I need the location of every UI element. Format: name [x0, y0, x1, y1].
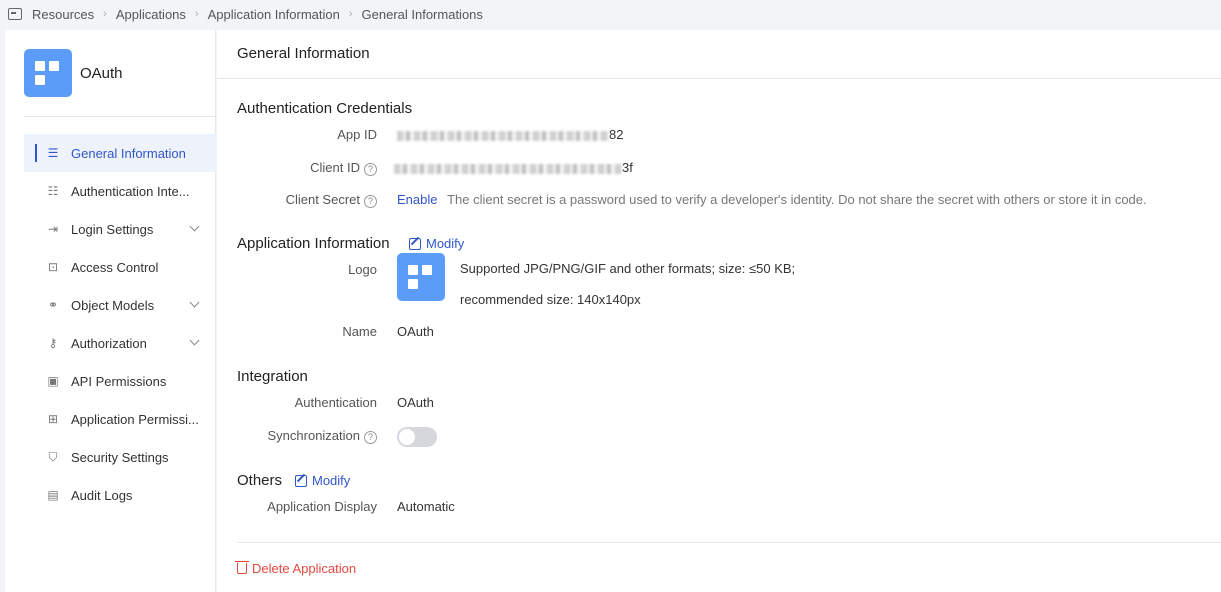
client-secret-label-text: Client Secret — [285, 192, 360, 207]
chevron-right-icon: › — [103, 8, 107, 20]
breadcrumb-resources[interactable]: Resources — [32, 7, 94, 22]
edit-icon — [409, 237, 421, 250]
help-icon[interactable]: ? — [364, 195, 377, 208]
chevron-down-icon[interactable] — [189, 221, 200, 232]
breadcrumb-general-informations: General Informations — [361, 6, 483, 22]
doc-icon: ▤ — [47, 488, 59, 502]
logo-hint-2: recommended size: 140x140px — [460, 292, 641, 307]
authentication-value: OAuth — [397, 395, 434, 410]
help-icon[interactable]: ? — [364, 431, 377, 444]
client-secret-label: Client Secret? — [237, 192, 377, 208]
sidebar-item-label: Access Control — [71, 259, 159, 275]
sidebar-item-application-permissions[interactable]: ⊞ Application Permissi... — [24, 400, 216, 438]
sliders-icon: ☷ — [47, 184, 59, 198]
sidebar: OAuth ☰ General Information ☷ Authentica… — [5, 30, 216, 592]
section-title-app-info: Application Information — [237, 235, 390, 252]
modify-label: Modify — [312, 473, 351, 488]
synchronization-label: Synchronization? — [237, 428, 377, 444]
section-title-others: Others — [237, 472, 283, 489]
section-title-credentials: Authentication Credentials — [237, 100, 413, 117]
divider — [237, 542, 1221, 543]
help-icon[interactable]: ? — [364, 163, 377, 176]
chevron-down-icon[interactable] — [189, 335, 200, 346]
client-secret-value: Enable The client secret is a password u… — [397, 192, 1147, 207]
section-title-integration: Integration — [237, 368, 308, 385]
chevron-right-icon: › — [348, 8, 353, 20]
authentication-label: Authentication — [294, 395, 377, 410]
client-id-label-text: Client ID — [310, 160, 360, 175]
app-logo-icon — [24, 49, 72, 97]
application-display-value: Automatic — [397, 499, 455, 514]
application-display-label: Application Display — [267, 499, 377, 514]
sidebar-item-object-models[interactable]: ⚭ Object Models — [24, 286, 216, 324]
main-panel: General Information Authentication Crede… — [217, 30, 1221, 592]
breadcrumb: Resources › Applications › Application I… — [0, 0, 1221, 28]
sidebar-item-security-settings[interactable]: ⛉ Security Settings — [24, 438, 216, 476]
synchronization-label-text: Synchronization — [267, 428, 361, 443]
sidebar-item-label: Login Settings — [71, 221, 154, 237]
name-label: Name — [342, 324, 377, 339]
modify-app-info-button[interactable]: Modify — [409, 236, 464, 251]
logo-label: Logo — [348, 262, 377, 277]
sidebar-item-access-control[interactable]: ⊡ Access Control — [24, 248, 216, 286]
sidebar-item-label: Application Permissi... — [71, 411, 199, 427]
breadcrumb-application-information[interactable]: Application Information — [208, 7, 340, 22]
key-icon: ⚷ — [48, 336, 58, 350]
sidebar-item-label: Authorization — [71, 335, 147, 351]
chevron-right-icon: › — [194, 8, 199, 20]
modify-label: Modify — [426, 236, 465, 251]
shield-icon: ⛉ — [48, 449, 58, 464]
delete-application-button[interactable]: Delete Application — [235, 561, 357, 576]
sidebar-item-general-information[interactable]: ☰ General Information — [24, 134, 216, 172]
app-id-value: 82 — [397, 127, 623, 142]
redacted-app-id — [397, 130, 609, 141]
toggle-knob — [399, 429, 415, 445]
sidebar-item-label: Security Settings — [71, 449, 169, 465]
app-id-label: App ID — [337, 127, 377, 142]
login-icon: ⇥ — [47, 222, 59, 236]
edit-icon — [295, 474, 307, 487]
modify-others-button[interactable]: Modify — [295, 473, 350, 488]
client-id-suffix: 3f — [622, 160, 633, 175]
delete-label: Delete Application — [252, 561, 357, 576]
grid-icon: ⊞ — [47, 412, 59, 426]
sidebar-item-label: General Information — [71, 145, 186, 161]
divider — [217, 78, 1221, 79]
folder-icon — [8, 8, 22, 20]
access-icon: ⊡ — [47, 260, 59, 274]
sidebar-item-label: API Permissions — [71, 373, 167, 389]
chip-icon: ▣ — [47, 374, 59, 388]
sidebar-item-label: Audit Logs — [71, 487, 133, 503]
enable-secret-link[interactable]: Enable — [397, 192, 437, 207]
name-value: OAuth — [397, 324, 434, 339]
trash-icon — [235, 561, 249, 574]
app-name: OAuth — [80, 64, 123, 82]
app-logo-upload[interactable] — [397, 253, 445, 301]
app-header: OAuth — [24, 49, 123, 97]
breadcrumb-applications[interactable]: Applications — [116, 7, 186, 22]
logo-hint-1: Supported JPG/PNG/GIF and other formats;… — [460, 261, 796, 276]
list-icon: ☰ — [47, 146, 59, 160]
sidebar-item-authorization[interactable]: ⚷ Authorization — [24, 324, 216, 362]
app-id-suffix: 82 — [609, 127, 624, 142]
sidebar-item-authentication-integration[interactable]: ☷ Authentication Inte... — [24, 172, 216, 210]
sidebar-item-label: Object Models — [71, 297, 155, 313]
sidebar-item-login-settings[interactable]: ⇥ Login Settings — [24, 210, 216, 248]
redacted-client-id — [394, 163, 622, 174]
sidebar-nav: ☰ General Information ☷ Authentication I… — [24, 134, 216, 514]
sidebar-item-api-permissions[interactable]: ▣ API Permissions — [24, 362, 216, 400]
divider — [24, 116, 216, 117]
client-id-value: 3f — [394, 160, 633, 175]
model-icon: ⚭ — [47, 298, 59, 312]
client-id-label: Client ID? — [237, 160, 377, 176]
sidebar-item-audit-logs[interactable]: ▤ Audit Logs — [24, 476, 216, 514]
chevron-down-icon[interactable] — [189, 297, 200, 308]
sidebar-item-label: Authentication Inte... — [71, 183, 190, 199]
page-title: General Information — [237, 45, 370, 62]
client-secret-hint: The client secret is a password used to … — [447, 192, 1147, 207]
synchronization-toggle[interactable] — [397, 427, 437, 447]
